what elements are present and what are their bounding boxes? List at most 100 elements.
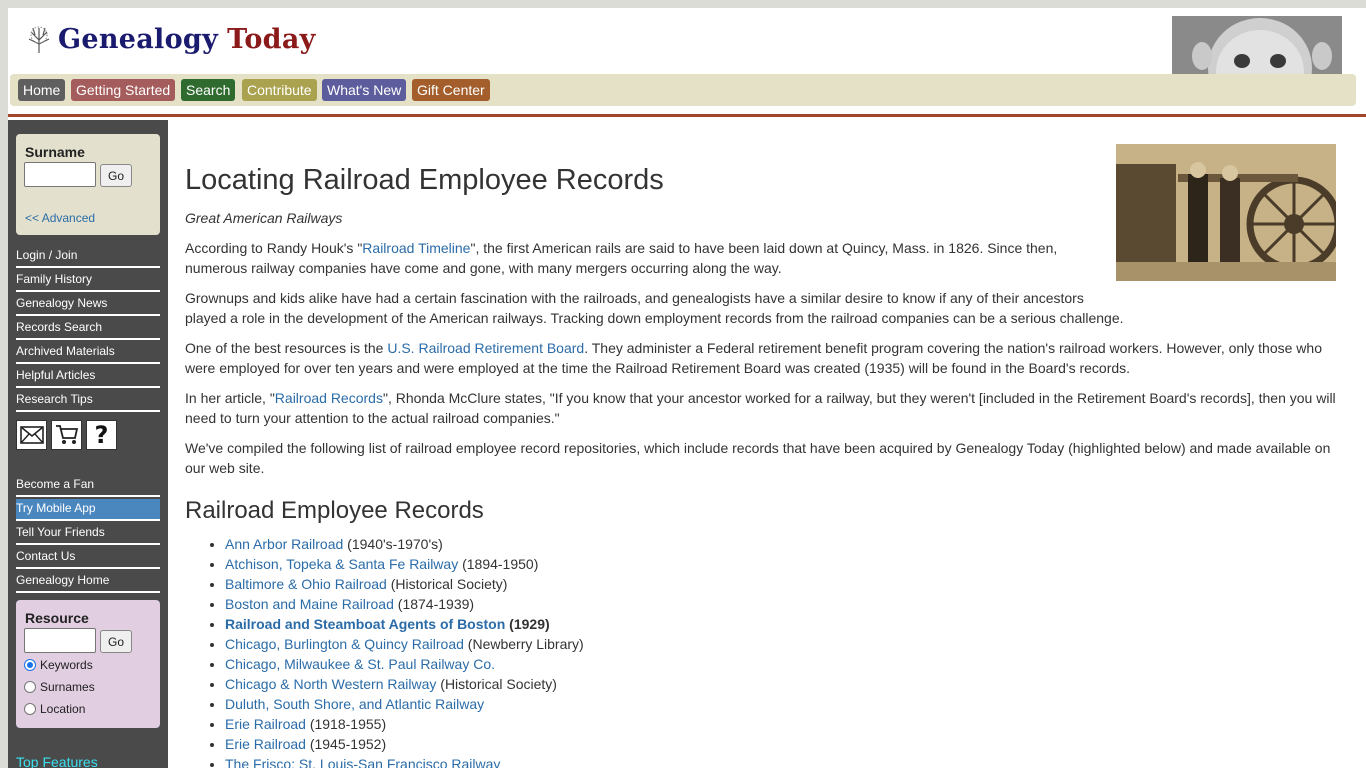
record-link[interactable]: Atchison, Topeka & Santa Fe Railway — [225, 556, 458, 572]
nav-contribute[interactable]: Contribute — [242, 79, 317, 101]
resource-search-box: Resource Go Keywords Surnames Location — [16, 600, 160, 728]
sidebar-link-archived-materials[interactable]: Archived Materials — [16, 342, 160, 364]
section-title: Railroad Employee Records — [185, 497, 484, 524]
main-nav: Home Getting Started Search Contribute W… — [10, 74, 1356, 106]
record-link[interactable]: Duluth, South Shore, and Atlantic Railwa… — [225, 696, 484, 712]
surname-input[interactable] — [24, 162, 96, 187]
record-link[interactable]: Erie Railroad — [225, 736, 306, 752]
resource-go-button[interactable]: Go — [100, 630, 132, 653]
radio-location-label: Location — [40, 702, 86, 716]
sidebar-link-login[interactable]: Login / Join — [16, 246, 160, 268]
record-list-item: Ann Arbor Railroad (1940's-1970's) — [225, 534, 584, 554]
page-subtitle: Great American Railways — [185, 210, 343, 226]
nav-getting-started[interactable]: Getting Started — [71, 79, 176, 101]
record-link[interactable]: Chicago & North Western Railway — [225, 676, 436, 692]
surname-go-button[interactable]: Go — [100, 164, 132, 187]
sidebar-link-tell-your-friends[interactable]: Tell Your Friends — [16, 523, 160, 545]
nav-search[interactable]: Search — [181, 79, 236, 101]
record-list-item: Railroad and Steamboat Agents of Boston … — [225, 614, 584, 634]
record-list-item: Boston and Maine Railroad (1874-1939) — [225, 594, 584, 614]
record-link[interactable]: The Frisco: St. Louis-San Francisco Rail… — [225, 756, 500, 768]
sidebar-icon-row: ? — [16, 420, 117, 450]
record-link[interactable]: Baltimore & Ohio Railroad — [225, 576, 387, 592]
site-header: Genealogy Today Home Getting Started Sea… — [8, 8, 1366, 117]
sidebar-link-become-a-fan[interactable]: Become a Fan — [16, 475, 160, 497]
p1-text: According to Randy Houk's " — [185, 240, 363, 256]
p5-text: We've compiled the following list of rai… — [185, 440, 1331, 456]
nav-whats-new[interactable]: What's New — [322, 79, 407, 101]
sidebar-link-contact-us[interactable]: Contact Us — [16, 547, 160, 569]
p1-text: ", the first American rails are said to … — [470, 240, 1058, 256]
site-logo[interactable]: Genealogy Today — [26, 24, 316, 55]
record-list-item: Baltimore & Ohio Railroad (Historical So… — [225, 574, 584, 594]
railroad-workers-photo — [1116, 144, 1336, 281]
record-note: (1945-1952) — [305, 736, 387, 752]
record-link[interactable]: Erie Railroad — [225, 716, 306, 732]
record-link[interactable]: Railroad and Steamboat Agents of Boston — [225, 616, 505, 632]
p4-text: need to turn your attention to the actua… — [185, 410, 560, 426]
radio-surnames[interactable]: Surnames — [24, 680, 95, 694]
advanced-search-link[interactable]: << Advanced — [25, 211, 95, 225]
radio-keywords-label: Keywords — [40, 658, 93, 672]
record-list-item: Chicago & North Western Railway (Histori… — [225, 674, 584, 694]
railroad-records-link[interactable]: Railroad Records — [275, 390, 383, 406]
paragraph-retirement-board: One of the best resources is the U.S. Ra… — [185, 338, 1345, 378]
p4-text: ", Rhonda McClure states, "If you know t… — [382, 390, 1336, 406]
p3-text: . They administer a Federal retirement b… — [584, 340, 1322, 356]
help-question-icon[interactable]: ? — [86, 420, 117, 450]
record-note: (1874-1939) — [393, 596, 475, 612]
record-note: (Historical Society) — [436, 676, 557, 692]
radio-dot[interactable] — [24, 681, 36, 693]
p3-text: One of the best resources is the — [185, 340, 388, 356]
record-link[interactable]: Boston and Maine Railroad — [225, 596, 394, 612]
nav-home[interactable]: Home — [18, 79, 66, 101]
sidebar-link-research-tips[interactable]: Research Tips — [16, 390, 160, 412]
railroad-timeline-link[interactable]: Railroad Timeline — [362, 240, 470, 256]
surname-search-box: Surname Go << Advanced — [16, 134, 160, 235]
record-link[interactable]: Chicago, Burlington & Quincy Railroad — [225, 636, 464, 652]
sidebar: Surname Go << Advanced Login / Join Fami… — [8, 120, 168, 768]
radio-dot-selected[interactable] — [24, 659, 36, 671]
record-note: (1929) — [505, 616, 550, 632]
paragraph-compiled: We've compiled the following list of rai… — [185, 438, 1345, 478]
p2-text: Grownups and kids alike have had a certa… — [185, 290, 1084, 306]
sidebar-link-helpful-articles[interactable]: Helpful Articles — [16, 366, 160, 388]
tree-icon — [28, 26, 50, 53]
shopping-cart-icon[interactable] — [51, 420, 82, 450]
sidebar-link-records-search[interactable]: Records Search — [16, 318, 160, 340]
logo-word-genealogy: Genealogy — [58, 24, 219, 55]
record-note: (Historical Society) — [386, 576, 508, 592]
record-list-item: The Frisco: St. Louis-San Francisco Rail… — [225, 754, 584, 768]
envelope-icon[interactable] — [16, 420, 47, 450]
sidebar-link-family-history[interactable]: Family History — [16, 270, 160, 292]
record-link[interactable]: Chicago, Milwaukee & St. Paul Railway Co… — [225, 656, 495, 672]
record-note: (1918-1955) — [305, 716, 387, 732]
radio-keywords[interactable]: Keywords — [24, 658, 93, 672]
nav-gift-center[interactable]: Gift Center — [412, 79, 490, 101]
p1-text: numerous railway companies have come and… — [185, 260, 782, 276]
p4-text: In her article, " — [185, 390, 275, 406]
p5-text: our web site. — [185, 460, 265, 476]
record-list-item: Chicago, Milwaukee & St. Paul Railway Co… — [225, 654, 584, 674]
record-list-item: Duluth, South Shore, and Atlantic Railwa… — [225, 694, 584, 714]
paragraph-intro: According to Randy Houk's "Railroad Time… — [185, 238, 1105, 278]
sidebar-link-try-mobile-app[interactable]: Try Mobile App — [16, 499, 160, 521]
retirement-board-link[interactable]: U.S. Railroad Retirement Board — [387, 340, 584, 356]
sidebar-link-genealogy-home[interactable]: Genealogy Home — [16, 571, 160, 593]
radio-dot[interactable] — [24, 703, 36, 715]
sidebar-link-genealogy-news[interactable]: Genealogy News — [16, 294, 160, 316]
radio-location[interactable]: Location — [24, 702, 85, 716]
paragraph-mcclure: In her article, "Railroad Records", Rhon… — [185, 388, 1345, 428]
surname-label: Surname — [25, 144, 85, 160]
record-link[interactable]: Ann Arbor Railroad — [225, 536, 343, 552]
radio-surnames-label: Surnames — [40, 680, 95, 694]
logo-word-today: Today — [227, 24, 316, 55]
record-list-item: Atchison, Topeka & Santa Fe Railway (189… — [225, 554, 584, 574]
top-features-heading[interactable]: Top Features — [16, 754, 98, 768]
record-note: (Newberry Library) — [463, 636, 584, 652]
records-list: Ann Arbor Railroad (1940's-1970's)Atchis… — [225, 534, 584, 768]
resource-input[interactable] — [24, 628, 96, 653]
record-note: (1894-1950) — [458, 556, 539, 572]
resource-label: Resource — [25, 610, 89, 626]
page: Genealogy Today Home Getting Started Sea… — [8, 8, 1366, 768]
